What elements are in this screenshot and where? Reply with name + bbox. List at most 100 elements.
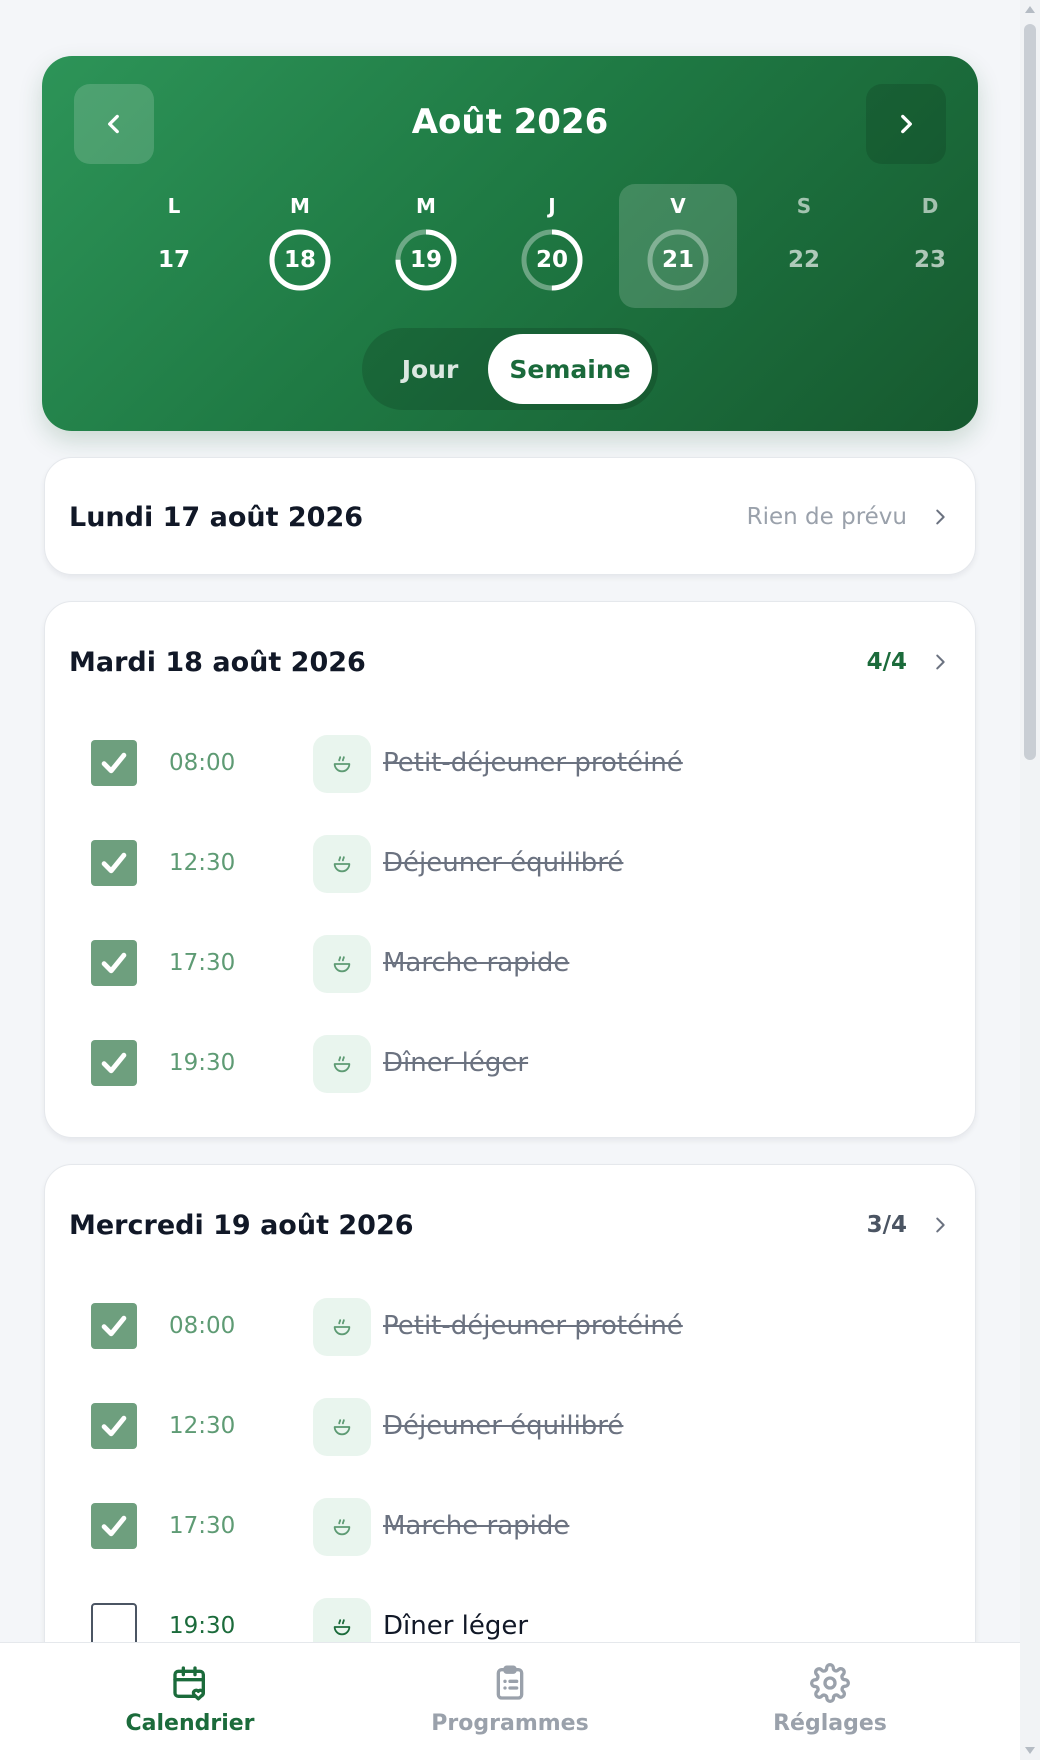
day-progress-ring: 22 (772, 228, 836, 292)
day-card-title: Lundi 17 août 2026 (69, 501, 364, 533)
task-type-badge (313, 1498, 371, 1556)
task-name[interactable]: Marche rapide (383, 933, 569, 993)
meal-bowl-icon (333, 956, 351, 973)
day-card-status: 4/4 (866, 649, 907, 675)
day-card-summary: Rien de prévu (747, 504, 951, 530)
day-letter: M (290, 194, 310, 218)
day-card-title: Mercredi 19 août 2026 (69, 1209, 414, 1241)
day-number: 23 (913, 247, 946, 273)
nav-label: Réglages (773, 1711, 887, 1736)
task-time: 12:30 (169, 1413, 236, 1439)
day-card-summary: 4/4 (867, 649, 951, 675)
day-number: 20 (535, 247, 568, 273)
day-19[interactable]: M 19 (367, 184, 485, 308)
meal-bowl-icon (333, 1056, 351, 1073)
day-22[interactable]: S 22 (745, 184, 863, 308)
day-number: 17 (157, 247, 190, 273)
scroll-up-arrow-icon[interactable] (1025, 6, 1035, 13)
task-checkbox[interactable] (91, 1040, 137, 1086)
day-letter: M (416, 194, 436, 218)
day-card-header[interactable]: Lundi 17 août 2026 Rien de prévu (69, 458, 951, 576)
day-card: Mardi 18 août 2026 4/4 08:00 Petit-déjeuner… (44, 601, 976, 1138)
next-week-button[interactable] (866, 84, 946, 164)
chevron-right-icon (929, 651, 951, 673)
chevron-right-icon (929, 506, 951, 528)
task-checkbox[interactable] (91, 740, 137, 786)
chevron-right-icon (936, 654, 945, 670)
checkmark-icon (101, 1052, 127, 1074)
task-type-badge (313, 1035, 371, 1093)
nav-calendrier[interactable]: Calendrier (60, 1643, 320, 1760)
day-18[interactable]: M 18 (241, 184, 359, 308)
task-name[interactable]: Déjeuner équilibré (383, 1396, 623, 1456)
task-time: 12:30 (169, 850, 236, 876)
day-number: 22 (787, 247, 820, 273)
task-time: 08:00 (169, 1313, 236, 1339)
month-title: Août 2026 (411, 102, 609, 142)
week-days-row: L 17 M 18 M 19 J 20 V 21 S 22 D 23 (42, 184, 978, 308)
day-card-status: Rien de prévu (746, 504, 907, 530)
task-name[interactable]: Petit-déjeuner protéiné (383, 1296, 683, 1356)
meal-bowl-icon (333, 1519, 351, 1536)
day-17[interactable]: L 17 (115, 184, 233, 308)
page-scrollbar[interactable] (1020, 0, 1040, 1760)
task-checkbox[interactable] (91, 1503, 137, 1549)
task-name[interactable]: Petit-déjeuner protéiné (383, 733, 683, 793)
task-checkbox[interactable] (91, 1303, 137, 1349)
day-progress-ring: 17 (142, 228, 206, 292)
meal-bowl-icon (333, 1419, 351, 1436)
task-row: 08:00 Petit-déjeuner protéiné (91, 1296, 951, 1356)
day-letter: S (796, 194, 812, 218)
task-checkbox[interactable] (91, 840, 137, 886)
day-23[interactable]: D 23 (871, 184, 989, 308)
task-row: 17:30 Marche rapide (91, 1496, 951, 1556)
calendar-header: Août 2026 L 17 M 18 M 19 J 20 V 21 S 22 D 23 Jour Sem… (42, 56, 978, 431)
meal-bowl-icon (333, 1619, 351, 1636)
toggle-day-view[interactable]: Jour (368, 334, 492, 404)
scroll-down-arrow-icon[interactable] (1025, 1747, 1035, 1754)
task-checkbox[interactable] (91, 1403, 137, 1449)
day-letter: V (670, 194, 686, 218)
day-progress-ring: 20 (520, 228, 584, 292)
day-letter: D (921, 194, 939, 218)
view-toggle: Jour Semaine (362, 328, 658, 410)
task-row: 17:30 Marche rapide (91, 933, 951, 993)
task-type-badge (313, 1398, 371, 1456)
nav-programmes[interactable]: Programmes (380, 1643, 640, 1760)
day-progress-ring: 18 (268, 228, 332, 292)
chevron-right-icon (929, 1214, 951, 1236)
day-card-status: 3/4 (866, 1212, 907, 1238)
nav-reglages[interactable]: Réglages (700, 1643, 960, 1760)
day-letter: J (548, 194, 556, 218)
scroll-thumb[interactable] (1024, 24, 1036, 760)
task-name[interactable]: Dîner léger (383, 1033, 528, 1093)
bottom-navigation: Calendrier Programmes Réglages (0, 1642, 1020, 1760)
day-progress-ring: 23 (898, 228, 962, 292)
task-name[interactable]: Déjeuner équilibré (383, 833, 623, 893)
chevron-right-icon (901, 114, 912, 134)
day-21[interactable]: V 21 (619, 184, 737, 308)
meal-bowl-icon (333, 1319, 351, 1336)
task-row: 12:30 Déjeuner équilibré (91, 1396, 951, 1456)
checkmark-icon (101, 1415, 127, 1437)
task-checkbox[interactable] (91, 940, 137, 986)
task-row: 19:30 Dîner léger (91, 1033, 951, 1093)
day-progress-ring: 21 (646, 228, 710, 292)
day-card-header[interactable]: Mercredi 19 août 2026 3/4 (69, 1165, 951, 1285)
task-type-badge (313, 1298, 371, 1356)
clipboard-list-icon (496, 1665, 524, 1700)
task-name[interactable]: Marche rapide (383, 1496, 569, 1556)
day-progress-ring: 19 (394, 228, 458, 292)
task-type-badge (313, 935, 371, 993)
day-letter: L (167, 194, 181, 218)
checkmark-icon (101, 1315, 127, 1337)
toggle-week-view[interactable]: Semaine (488, 334, 652, 404)
day-card-header[interactable]: Mardi 18 août 2026 4/4 (69, 602, 951, 722)
day-card: Mercredi 19 août 2026 3/4 08:00 Petit-déjeu… (44, 1164, 976, 1701)
day-20[interactable]: J 20 (493, 184, 611, 308)
checkmark-icon (101, 1515, 127, 1537)
task-time: 08:00 (169, 750, 236, 776)
task-type-badge (313, 835, 371, 893)
task-time: 17:30 (169, 950, 236, 976)
day-card-summary: 3/4 (867, 1212, 951, 1238)
